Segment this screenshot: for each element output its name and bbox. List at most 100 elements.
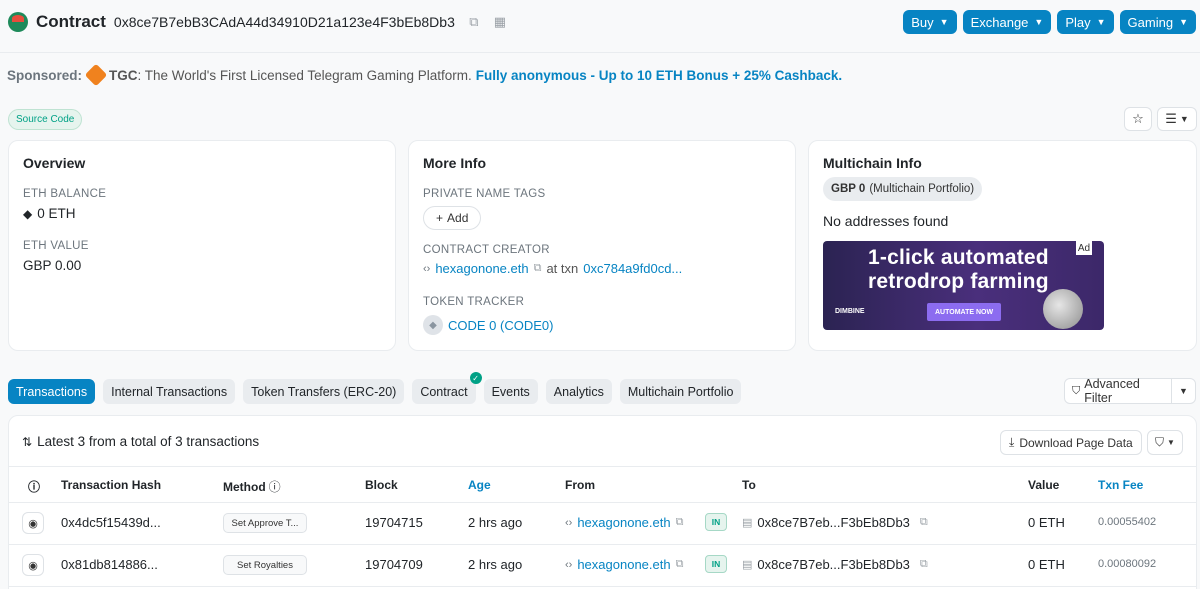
private-name-tags-label: PRIVATE NAME TAGS	[423, 188, 546, 200]
no-addresses-text: No addresses found	[823, 213, 949, 229]
to-address: ▤ 0x8ce7B7eb...F3bEb8Db3 ⧉	[742, 557, 928, 572]
more-info-title: More Info	[423, 155, 486, 171]
plus-icon: +	[436, 211, 444, 225]
creator-txn-link[interactable]: 0xc784a9fd0cd...	[583, 261, 682, 276]
ethereum-icon: ◆	[23, 206, 33, 221]
code-icon: ‹›	[423, 262, 431, 275]
header-divider	[0, 52, 1200, 53]
token-icon: ◆	[423, 315, 443, 335]
sponsor-logo-icon	[84, 63, 108, 87]
tab-bar: Transactions Internal Transactions Token…	[8, 372, 742, 404]
add-name-tag-button[interactable]: + Add	[423, 206, 482, 230]
column-method: Method ⓘ	[223, 478, 281, 495]
copy-icon[interactable]: ⧉	[920, 516, 928, 529]
multichain-info-title: Multichain Info	[823, 155, 922, 171]
column-block: Block	[365, 478, 398, 492]
sponsor-name[interactable]: TGC	[109, 68, 138, 83]
info-icon[interactable]: ⓘ	[269, 478, 281, 495]
column-transaction-hash: Transaction Hash	[61, 478, 162, 492]
contract-logo-icon	[8, 12, 28, 32]
copy-icon[interactable]: ⧉	[676, 558, 684, 571]
transactions-summary: ⇅ Latest 3 from a total of 3 transaction…	[22, 434, 260, 449]
tab-transactions[interactable]: Transactions	[8, 379, 96, 404]
ad-cta-button[interactable]: AUTOMATE NOW	[927, 303, 1002, 321]
sponsored-label: Sponsored:	[7, 67, 83, 83]
gaming-button[interactable]: Gaming ▼	[1119, 10, 1196, 34]
table-divider	[9, 544, 1196, 545]
qr-code-icon[interactable]: ▦	[493, 14, 507, 30]
tx-hash-link[interactable]: 0x4dc5f15439d...	[61, 515, 161, 530]
ad-headline-2: retrodrop farming	[868, 270, 1049, 293]
source-code-badge[interactable]: Source Code	[8, 109, 83, 130]
token-tracker-link[interactable]: CODE 0 (CODE0)	[448, 318, 553, 333]
eth-balance-label: ETH BALANCE	[23, 188, 107, 200]
copy-icon[interactable]: ⧉	[467, 14, 481, 30]
table-filter-button[interactable]: ⛉ ▼	[1147, 430, 1183, 455]
sponsor-text: : The World's First Licensed Telegram Ga…	[137, 67, 472, 83]
table-divider	[9, 586, 1196, 587]
copy-icon[interactable]: ⧉	[676, 516, 684, 529]
chevron-down-icon[interactable]: ▼	[1172, 386, 1195, 396]
tab-analytics[interactable]: Analytics	[545, 379, 612, 404]
at-txn-text: at txn	[546, 261, 579, 276]
filter-icon: ⛉	[1072, 384, 1081, 397]
from-address: ‹› hexagonone.eth ⧉	[565, 557, 684, 572]
verified-check-icon: ✓	[469, 372, 482, 384]
block-link[interactable]: 19704709	[365, 557, 423, 572]
chevron-down-icon: ▼	[1167, 438, 1175, 447]
top-menu-buttons: Buy ▼ Exchange ▼ Play ▼ Gaming ▼	[903, 10, 1196, 34]
sponsor-link[interactable]: Fully anonymous - Up to 10 ETH Bonus + 2…	[476, 68, 842, 83]
play-button[interactable]: Play ▼	[1057, 10, 1114, 34]
copy-icon[interactable]: ⧉	[534, 262, 542, 275]
column-value: Value	[1028, 478, 1060, 492]
advanced-filter-main[interactable]: ⛉ Advanced Filter	[1065, 377, 1172, 405]
token-tracker-value: ◆ CODE 0 (CODE0)	[423, 315, 553, 335]
ad-banner[interactable]: 1-click automated retrodrop farming DIMB…	[823, 241, 1104, 330]
tab-multichain-portfolio[interactable]: Multichain Portfolio	[619, 379, 742, 404]
star-icon: ☆	[1132, 111, 1144, 126]
multichain-portfolio-chip[interactable]: GBP 0 (Multichain Portfolio)	[823, 177, 983, 201]
page-title: Contract	[36, 12, 106, 31]
contract-creator-value: ‹› hexagonone.eth ⧉ at txn 0xc784a9fd0cd…	[423, 261, 682, 276]
sponsored-banner: Sponsored: TGC : The World's First Licen…	[7, 63, 842, 87]
code-icon: ‹›	[565, 516, 573, 529]
list-menu-button[interactable]: ☰ ▼	[1157, 107, 1197, 131]
buy-button[interactable]: Buy ▼	[903, 10, 957, 34]
chevron-down-icon: ▼	[1096, 17, 1106, 27]
help-icon[interactable]: ⓘ	[28, 478, 40, 495]
column-txn-fee[interactable]: Txn Fee	[1098, 478, 1143, 492]
view-details-icon[interactable]: ◉	[22, 512, 44, 534]
coin-icon	[1043, 289, 1083, 329]
block-link[interactable]: 19704715	[365, 515, 423, 530]
tab-internal-transactions[interactable]: Internal Transactions	[103, 379, 236, 404]
method-badge[interactable]: Set Royalties	[223, 555, 307, 575]
tab-token-transfers[interactable]: Token Transfers (ERC-20)	[243, 379, 405, 404]
tab-events[interactable]: Events	[483, 379, 538, 404]
contract-address: 0x8ce7B7ebB3CAdA44d34910D21a123e4F3bEb8D…	[113, 14, 455, 30]
age-text: 2 hrs ago	[468, 515, 523, 530]
creator-address-link[interactable]: hexagonone.eth	[435, 261, 528, 276]
code-icon: ‹›	[565, 558, 573, 571]
overview-title: Overview	[23, 155, 86, 171]
to-address: ▤ 0x8ce7B7eb...F3bEb8Db3 ⧉	[742, 515, 928, 530]
copy-icon[interactable]: ⧉	[920, 558, 928, 571]
ad-label: Ad	[1076, 241, 1092, 255]
sort-icon[interactable]: ⇅	[22, 435, 32, 449]
ad-headline-1: 1-click automated	[868, 246, 1049, 269]
contract-file-icon: ▤	[742, 559, 753, 571]
txn-fee-text: 0.00080092	[1098, 558, 1157, 570]
eth-balance-value: ◆ 0 ETH	[23, 206, 76, 221]
tx-hash-link[interactable]: 0x81db814886...	[61, 557, 158, 572]
token-tracker-label: TOKEN TRACKER	[423, 296, 525, 308]
column-age[interactable]: Age	[468, 478, 491, 492]
advanced-filter-button[interactable]: ⛉ Advanced Filter ▼	[1064, 377, 1196, 405]
tab-contract[interactable]: Contract ✓	[412, 372, 482, 404]
method-badge[interactable]: Set Approve T...	[223, 513, 307, 533]
favorite-button[interactable]: ☆	[1124, 107, 1152, 131]
view-details-icon[interactable]: ◉	[22, 554, 44, 576]
list-icon: ☰	[1165, 111, 1177, 126]
download-page-data-button[interactable]: ⤓ Download Page Data	[1000, 430, 1142, 455]
chevron-down-icon: ▼	[1034, 17, 1044, 27]
exchange-button[interactable]: Exchange ▼	[962, 10, 1052, 34]
value-text: 0 ETH	[1028, 515, 1065, 530]
